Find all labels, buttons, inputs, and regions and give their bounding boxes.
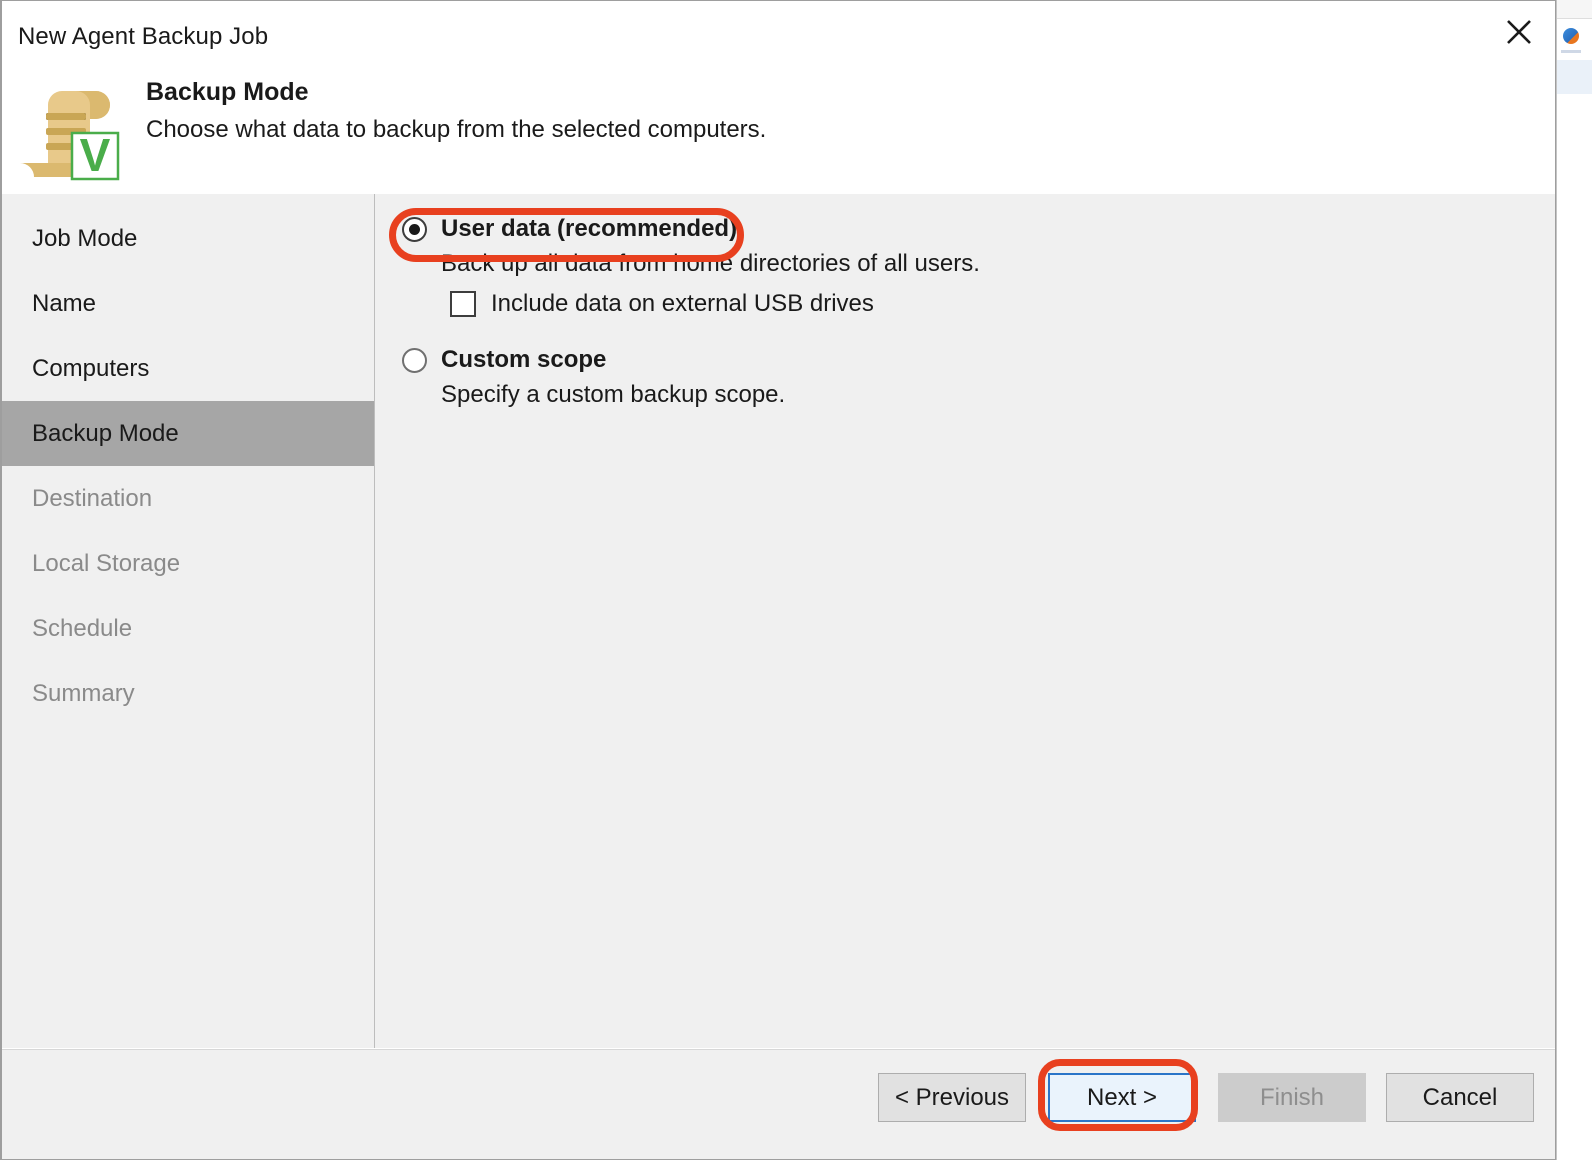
background-window-titlebar bbox=[1557, 0, 1592, 19]
dialog-title: New Agent Backup Job bbox=[18, 23, 269, 50]
sidebar-item-label: Destination bbox=[32, 484, 153, 512]
checkbox-include-usb[interactable] bbox=[450, 291, 476, 317]
sidebar-item-label: Local Storage bbox=[32, 549, 181, 577]
close-button[interactable] bbox=[1491, 9, 1547, 55]
background-window-app-icon bbox=[1563, 28, 1579, 44]
new-agent-backup-job-dialog: New Agent Backup Job V Backup Mode Choos… bbox=[0, 0, 1556, 1160]
page-subtitle: Choose what data to backup from the sele… bbox=[146, 116, 767, 143]
option-custom-scope: Custom scope Specify a custom backup sco… bbox=[402, 343, 785, 409]
sidebar-item-label: Backup Mode bbox=[32, 419, 179, 447]
checkbox-include-usb-label: Include data on external USB drives bbox=[491, 290, 874, 317]
next-button[interactable]: Next > bbox=[1048, 1073, 1196, 1122]
backup-mode-content: User data (recommended) Back up all data… bbox=[376, 194, 1555, 1048]
sidebar-item-label: Job Mode bbox=[32, 224, 138, 252]
sidebar-item-label: Computers bbox=[32, 354, 150, 382]
veeam-v-badge-letter: V bbox=[80, 129, 111, 181]
header-text-block: Backup Mode Choose what data to backup f… bbox=[146, 75, 766, 147]
background-window-sliver[interactable] bbox=[1556, 0, 1592, 1160]
sidebar-item-schedule[interactable]: Schedule bbox=[2, 596, 374, 661]
sidebar-top-spacer bbox=[2, 194, 374, 206]
checkbox-include-usb-row[interactable]: Include data on external USB drives bbox=[450, 288, 980, 320]
option-custom-scope-label: Custom scope bbox=[441, 346, 607, 373]
radio-custom-scope[interactable] bbox=[402, 347, 427, 373]
option-user-data-row[interactable]: User data (recommended) bbox=[402, 212, 980, 246]
option-user-data-description: Back up all data from home directories o… bbox=[441, 250, 980, 277]
sidebar-item-job-mode[interactable]: Job Mode bbox=[2, 206, 374, 271]
sidebar-item-backup-mode[interactable]: Backup Mode bbox=[2, 401, 374, 466]
finish-button: Finish bbox=[1218, 1073, 1366, 1122]
option-user-data: User data (recommended) Back up all data… bbox=[402, 212, 980, 320]
sidebar-item-destination[interactable]: Destination bbox=[2, 466, 374, 531]
dialog-footer: < Previous Next > Finish Cancel bbox=[2, 1049, 1555, 1159]
cancel-button[interactable]: Cancel bbox=[1386, 1073, 1534, 1122]
dialog-header: V Backup Mode Choose what data to backup… bbox=[2, 61, 1555, 194]
sidebar-item-local-storage[interactable]: Local Storage bbox=[2, 531, 374, 596]
background-window-text-line bbox=[1561, 50, 1581, 53]
option-user-data-label: User data (recommended) bbox=[441, 215, 738, 242]
backup-job-scroll-veeam-icon: V bbox=[16, 83, 128, 183]
sidebar-item-label: Summary bbox=[32, 679, 135, 707]
dialog-titlebar: New Agent Backup Job bbox=[2, 1, 1555, 61]
sidebar-item-label: Name bbox=[32, 289, 97, 317]
radio-user-data[interactable] bbox=[402, 216, 427, 242]
wizard-step-sidebar: Job Mode Name Computers Backup Mode Dest… bbox=[2, 194, 375, 1048]
sidebar-item-name[interactable]: Name bbox=[2, 271, 374, 336]
page-title: Backup Mode bbox=[146, 78, 309, 106]
background-window-panel bbox=[1557, 60, 1592, 94]
sidebar-item-label: Schedule bbox=[32, 614, 133, 642]
option-custom-scope-row[interactable]: Custom scope bbox=[402, 343, 785, 377]
close-icon bbox=[1507, 20, 1531, 44]
dialog-body: Job Mode Name Computers Backup Mode Dest… bbox=[2, 194, 1555, 1048]
previous-button[interactable]: < Previous bbox=[878, 1073, 1026, 1122]
option-custom-scope-description: Specify a custom backup scope. bbox=[441, 381, 786, 408]
sidebar-item-summary[interactable]: Summary bbox=[2, 661, 374, 726]
sidebar-item-computers[interactable]: Computers bbox=[2, 336, 374, 401]
